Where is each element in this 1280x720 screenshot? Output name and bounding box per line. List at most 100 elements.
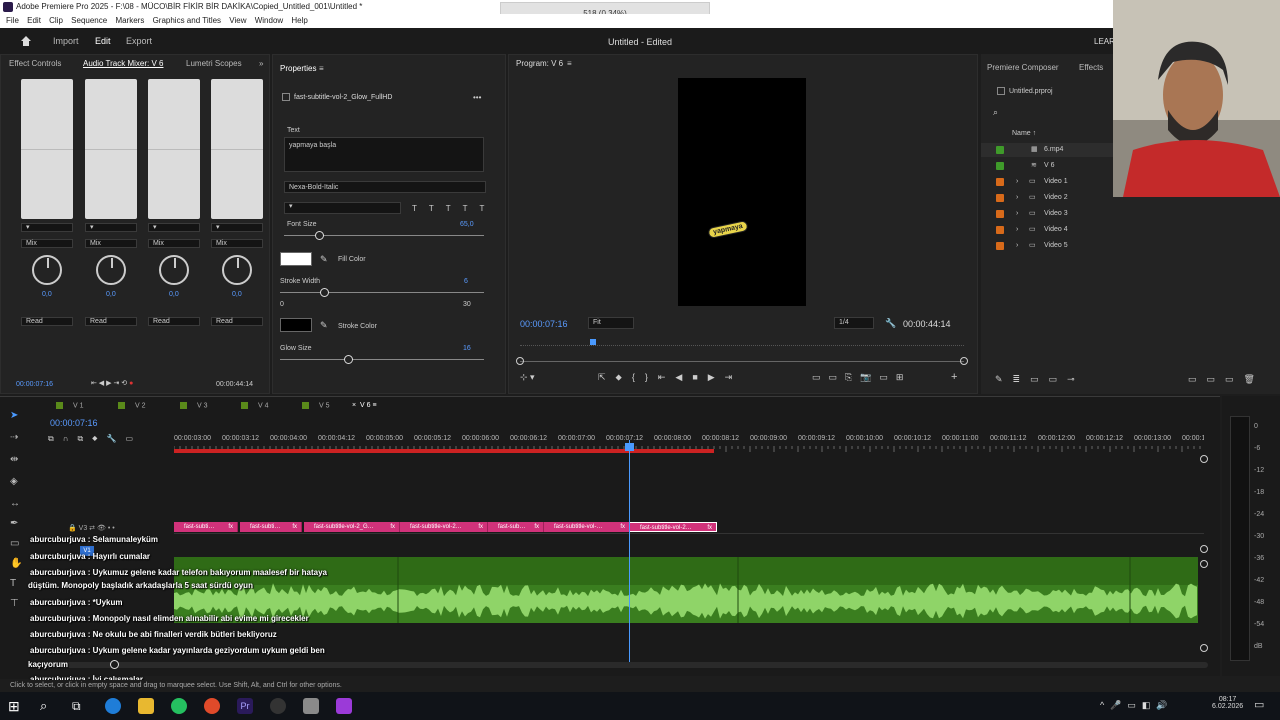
project-footer-controls[interactable]: ✎≣▭▭⊸	[995, 374, 1085, 385]
clock[interactable]: 08:17 6.02.2026	[1212, 696, 1243, 710]
pan-knob-1[interactable]	[32, 255, 62, 285]
text-style-buttons[interactable]: TTTTT	[412, 204, 496, 213]
font-dropdown[interactable]: Nexa-Bold-Italic	[284, 181, 486, 193]
chevron-right-icon[interactable]: ›	[1016, 207, 1018, 221]
task-view-icon[interactable]: ⧉	[72, 698, 88, 714]
chrome-icon[interactable]	[204, 698, 220, 714]
program-video-frame[interactable]	[678, 78, 806, 306]
stroke-width-slider[interactable]	[280, 288, 484, 297]
pen-tool-icon[interactable]: ✒	[10, 518, 22, 530]
tab-effects[interactable]: Effects	[1079, 63, 1103, 72]
menu-sequence[interactable]: Sequence	[71, 16, 107, 25]
caption-tool-icon[interactable]: ⊤	[10, 598, 22, 610]
menu-view[interactable]: View	[229, 16, 246, 25]
track-select-tool-icon[interactable]: ⇢	[10, 432, 22, 444]
selection-tool-icon[interactable]: ➤	[10, 410, 22, 422]
more-panels-icon[interactable]: »	[259, 59, 263, 68]
vertical-scroll-handle-top[interactable]	[1200, 455, 1208, 463]
sequence-tab-v2[interactable]: V 2	[118, 402, 146, 409]
marker-button[interactable]: ⊹ ▾	[520, 372, 535, 383]
subtitle-clip[interactable]: fast-subti… fx	[174, 522, 238, 532]
automation-mode-2[interactable]: Read	[85, 317, 137, 326]
pan-knob-3[interactable]	[159, 255, 189, 285]
mix-dropdown-1[interactable]: Mix	[21, 239, 73, 248]
app-icon[interactable]	[303, 698, 319, 714]
pan-knob-2[interactable]	[96, 255, 126, 285]
subtitle-clip[interactable]: fast-subtitle-vol-2… fx	[629, 522, 717, 532]
stroke-eyedropper-icon[interactable]: ✎	[320, 320, 328, 331]
automation-mode-1[interactable]: Read	[21, 317, 73, 326]
fader-1[interactable]	[21, 79, 73, 219]
sequence-tab-v3[interactable]: V 3	[180, 402, 208, 409]
sequence-tab-v1[interactable]: V 1	[56, 402, 84, 409]
add-button[interactable]: +	[951, 371, 957, 383]
timeline-tool-toggles[interactable]: ⧉∩⧉⬥🔧▭	[48, 434, 142, 444]
chevron-right-icon[interactable]: ›	[1016, 239, 1018, 253]
start-icon[interactable]: ⊞	[8, 698, 24, 714]
ripple-edit-tool-icon[interactable]: ⇹	[10, 454, 22, 466]
timeline-timecode[interactable]: 00:00:07:16	[50, 418, 98, 428]
home-icon[interactable]	[20, 35, 32, 47]
tab-premiere-composer[interactable]: Premiere Composer	[987, 63, 1059, 72]
chevron-right-icon[interactable]: ›	[1016, 191, 1018, 205]
tab-edit[interactable]: Edit	[95, 36, 111, 46]
subtitle-clip[interactable]: fast-subtitle-vol-2… fx	[400, 522, 488, 532]
font-size-slider[interactable]	[284, 231, 484, 240]
system-tray-icons[interactable]: ^🎤▭◧🔊	[1100, 700, 1174, 711]
mini-ruler[interactable]	[520, 343, 964, 346]
input-dropdown-1[interactable]: ▾	[21, 223, 73, 232]
program-playhead[interactable]	[590, 339, 596, 345]
timeline-playhead-line[interactable]	[629, 440, 630, 662]
scroll-handle-right[interactable]	[960, 357, 968, 365]
menu-clip[interactable]: Clip	[49, 16, 63, 25]
program-extra-controls[interactable]: ▭▭⎘📷▭⊞	[812, 372, 911, 383]
input-dropdown-4[interactable]: ▾	[211, 223, 263, 232]
menu-help[interactable]: Help	[291, 16, 307, 25]
font-style-dropdown[interactable]: ▾	[284, 202, 401, 214]
zoom-scrollbar[interactable]	[520, 361, 964, 362]
tab-lumetri-scopes[interactable]: Lumetri Scopes	[186, 59, 242, 68]
list-item[interactable]: ▦ 6.mp4	[981, 143, 1113, 157]
list-item[interactable]: › ▭ Video 5	[981, 239, 1113, 253]
input-dropdown-3[interactable]: ▾	[148, 223, 200, 232]
menu-file[interactable]: File	[6, 16, 19, 25]
menu-graphics[interactable]: Graphics and Titles	[153, 16, 221, 25]
audio-scroll-handle-bottom[interactable]	[1200, 644, 1208, 652]
list-item[interactable]: › ▭ Video 2	[981, 191, 1113, 205]
audio-scroll-handle-top[interactable]	[1200, 560, 1208, 568]
hand-tool-icon[interactable]: ✋	[10, 558, 22, 570]
fader-3[interactable]	[148, 79, 200, 219]
mix-dropdown-2[interactable]: Mix	[85, 239, 137, 248]
program-timecode[interactable]: 00:00:07:16	[520, 319, 568, 329]
sequence-tab-v4[interactable]: V 4	[241, 402, 269, 409]
type-tool-icon[interactable]: T	[10, 578, 22, 590]
input-dropdown-2[interactable]: ▾	[85, 223, 137, 232]
text-input[interactable]: yapmaya başla	[284, 137, 484, 172]
mix-dropdown-3[interactable]: Mix	[148, 239, 200, 248]
razor-tool-icon[interactable]: ◈	[10, 476, 22, 488]
menu-window[interactable]: Window	[255, 16, 283, 25]
more-options-icon[interactable]: •••	[473, 93, 481, 102]
file-explorer-icon[interactable]	[138, 698, 154, 714]
tab-audio-mixer[interactable]: Audio Track Mixer: V 6	[83, 59, 163, 68]
search-icon[interactable]: ⌕	[993, 107, 998, 118]
eyedropper-icon[interactable]: ✎	[320, 254, 328, 265]
list-item[interactable]: › ▭ Video 4	[981, 223, 1113, 237]
app-icon-2[interactable]	[336, 698, 352, 714]
list-item[interactable]: › ▭ Video 3	[981, 207, 1113, 221]
sequence-tab-v6[interactable]: × V 6 ≡	[352, 402, 377, 409]
mix-dropdown-4[interactable]: Mix	[211, 239, 263, 248]
zoom-dropdown[interactable]: Fit	[588, 317, 634, 329]
quality-dropdown[interactable]: 1/4	[834, 317, 874, 329]
subtitle-clip[interactable]: fast-subtitle-vol-2_G… fx	[304, 522, 400, 532]
menu-markers[interactable]: Markers	[115, 16, 144, 25]
pan-knob-4[interactable]	[222, 255, 252, 285]
program-transport-controls[interactable]: ⇱⬥{}⇤◀■▶⇥	[598, 372, 742, 383]
automation-mode-3[interactable]: Read	[148, 317, 200, 326]
fader-4[interactable]	[211, 79, 263, 219]
stroke-width-value[interactable]: 6	[464, 278, 468, 285]
track-scroll-handle[interactable]	[1200, 545, 1208, 553]
slip-tool-icon[interactable]: ↔	[10, 498, 22, 510]
search-icon[interactable]: ⌕	[40, 698, 56, 714]
settings-wrench-icon[interactable]: 🔧	[885, 318, 896, 329]
